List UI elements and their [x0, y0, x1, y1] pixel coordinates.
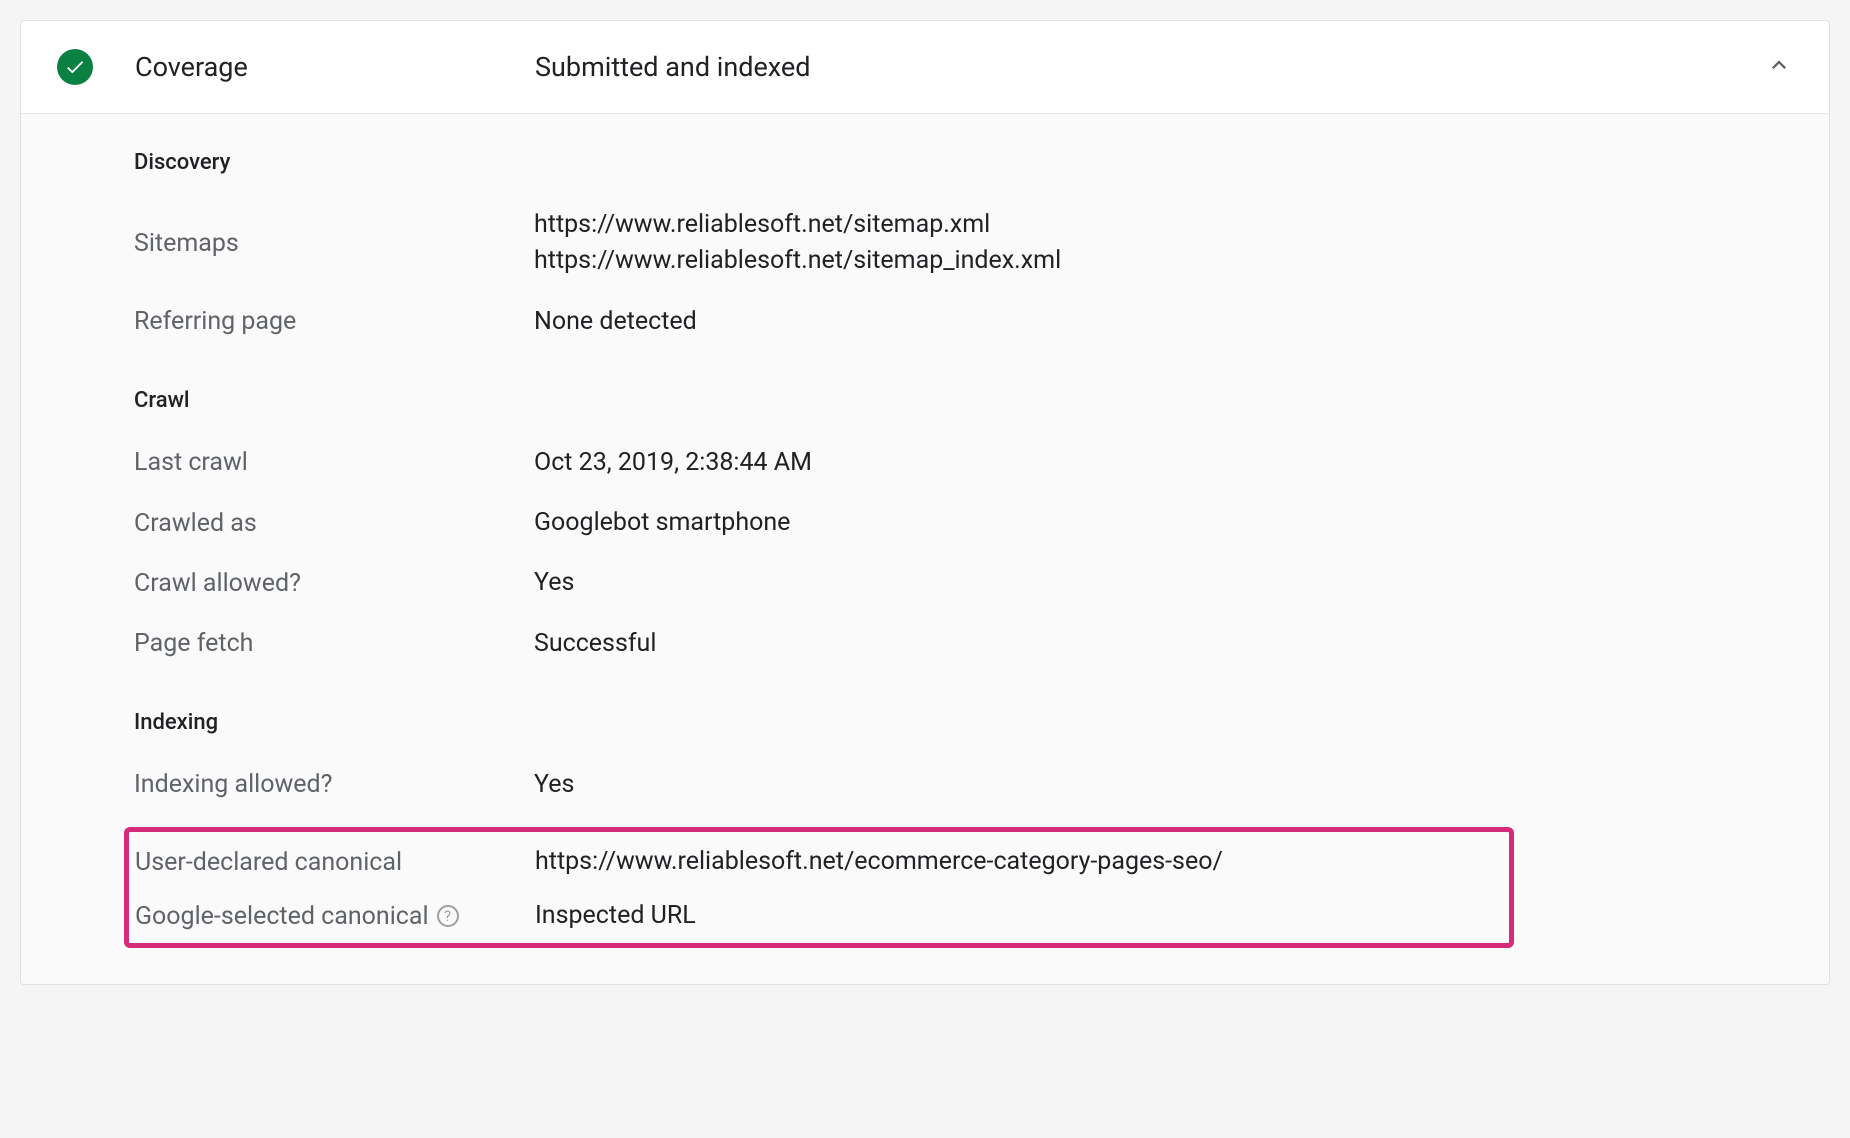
page-fetch-label: Page fetch [134, 626, 534, 662]
page-fetch-row: Page fetch Successful [134, 626, 1793, 662]
user-canonical-value: https://www.reliablesoft.net/ecommerce-c… [535, 844, 1503, 880]
last-crawl-label: Last crawl [134, 445, 534, 481]
page-fetch-value: Successful [534, 626, 1793, 662]
sitemaps-value: https://www.reliablesoft.net/sitemap.xml… [534, 207, 1793, 280]
sitemaps-label: Sitemaps [134, 207, 534, 280]
chevron-up-icon[interactable] [1765, 51, 1793, 83]
google-canonical-label: Google-selected canonical ? [135, 898, 535, 934]
coverage-body: Discovery Sitemaps https://www.reliables… [21, 114, 1829, 984]
coverage-header[interactable]: Coverage Submitted and indexed [21, 21, 1829, 114]
sitemaps-row: Sitemaps https://www.reliablesoft.net/si… [134, 207, 1793, 280]
discovery-title: Discovery [134, 150, 1793, 175]
crawl-allowed-row: Crawl allowed? Yes [134, 565, 1793, 601]
check-circle-icon [57, 49, 93, 85]
canonical-highlight-box: User-declared canonical https://www.reli… [124, 827, 1514, 948]
help-icon[interactable]: ? [437, 905, 459, 927]
crawled-as-label: Crawled as [134, 505, 534, 541]
referring-row: Referring page None detected [134, 304, 1793, 340]
indexing-allowed-value: Yes [534, 767, 1793, 803]
user-canonical-label: User-declared canonical [135, 844, 535, 880]
indexing-title: Indexing [134, 710, 1793, 735]
last-crawl-row: Last crawl Oct 23, 2019, 2:38:44 AM [134, 445, 1793, 481]
referring-label: Referring page [134, 304, 534, 340]
referring-value: None detected [534, 304, 1793, 340]
coverage-status: Submitted and indexed [535, 51, 1765, 83]
sitemap-url-2: https://www.reliablesoft.net/sitemap_ind… [534, 243, 1793, 279]
user-canonical-row: User-declared canonical https://www.reli… [135, 844, 1503, 880]
coverage-card: Coverage Submitted and indexed Discovery… [20, 20, 1830, 985]
crawl-allowed-label: Crawl allowed? [134, 565, 534, 601]
indexing-allowed-row: Indexing allowed? Yes [134, 767, 1793, 803]
last-crawl-value: Oct 23, 2019, 2:38:44 AM [534, 445, 1793, 481]
coverage-title: Coverage [135, 51, 535, 83]
google-canonical-row: Google-selected canonical ? Inspected UR… [135, 898, 1503, 934]
crawl-title: Crawl [134, 388, 1793, 413]
crawl-allowed-value: Yes [534, 565, 1793, 601]
google-canonical-label-text: Google-selected canonical [135, 902, 429, 931]
crawled-as-row: Crawled as Googlebot smartphone [134, 505, 1793, 541]
google-canonical-value: Inspected URL [535, 898, 1503, 934]
sitemap-url-1: https://www.reliablesoft.net/sitemap.xml [534, 207, 1793, 243]
crawled-as-value: Googlebot smartphone [534, 505, 1793, 541]
indexing-allowed-label: Indexing allowed? [134, 767, 534, 803]
